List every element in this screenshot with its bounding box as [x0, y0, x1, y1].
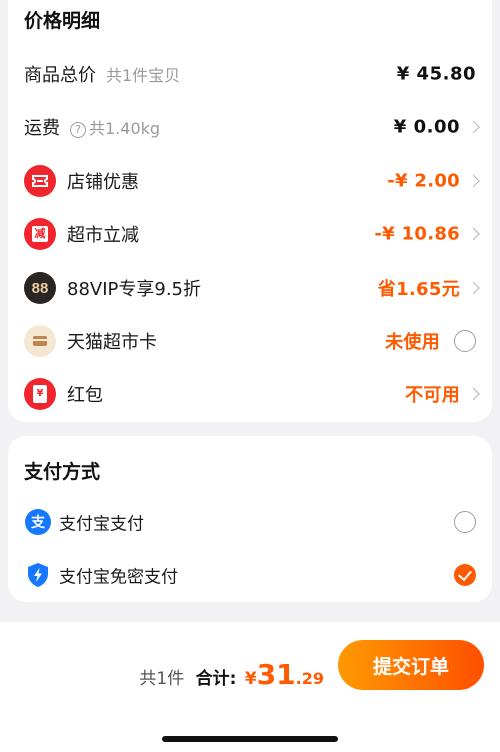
chevron-right-icon	[467, 120, 480, 134]
order-total: 共1件 合计: ¥31.29	[139, 658, 324, 691]
card-icon	[24, 325, 56, 357]
chevron-right-icon	[467, 281, 480, 295]
shipping-row[interactable]: 运费? 共1.40kg ¥ 0.00	[8, 102, 492, 152]
payment-method-card: 支付方式 支 支付宝支付 支付宝免密支付	[8, 436, 492, 602]
price-detail-card: 价格明细 商品总价 共1件宝贝 ¥ 45.80 运费? 共1.40kg ¥ 0.00…	[8, 0, 492, 422]
vip-88-icon: 88	[24, 272, 56, 304]
alipay-nopwd-radio-checked[interactable]	[454, 564, 476, 586]
chevron-right-icon	[467, 387, 480, 401]
total-amount-integer: 31	[256, 658, 296, 691]
total-amount-decimal: .29	[295, 669, 324, 688]
market-cut-label: 超市立减	[67, 225, 139, 246]
submit-order-button[interactable]: 提交订单	[338, 640, 484, 690]
chevron-right-icon	[467, 227, 480, 241]
shop-coupon-label: 店铺优惠	[67, 172, 139, 193]
vip-label: 88VIP专享9.5折	[67, 279, 202, 300]
home-indicator	[162, 736, 338, 742]
alipay-nopwd-label: 支付宝免密支付	[59, 567, 178, 588]
lightning-shield-icon	[25, 562, 51, 588]
red-packet-icon: ¥	[24, 378, 56, 410]
alipay-nopwd-option[interactable]: 支付宝免密支付	[8, 550, 492, 600]
tmall-card-label: 天猫超市卡	[67, 332, 157, 353]
vip-row[interactable]: 88 88VIP专享9.5折 省1.65元	[8, 263, 492, 313]
chevron-right-icon	[467, 174, 480, 188]
alipay-radio[interactable]	[454, 511, 476, 533]
market-cut-value: -¥ 10.86	[374, 223, 460, 245]
shipping-value: ¥ 0.00	[393, 116, 460, 138]
tmall-card-radio[interactable]	[454, 330, 476, 352]
red-packet-row[interactable]: ¥ 红包 不可用	[8, 369, 492, 419]
total-price-row: 商品总价 共1件宝贝 ¥ 45.80	[8, 49, 492, 99]
alipay-icon: 支	[25, 509, 51, 535]
shipping-weight: 共1.40kg	[89, 119, 161, 138]
price-detail-title: 价格明细	[24, 10, 101, 32]
discount-tag-icon: 减	[24, 218, 56, 250]
vip-saving-value: 省1.65元	[377, 279, 460, 300]
shop-coupon-row[interactable]: 店铺优惠 -¥ 2.00	[8, 156, 492, 206]
ticket-icon	[24, 165, 56, 197]
currency-symbol: ¥	[244, 669, 257, 689]
red-packet-status: 不可用	[405, 385, 460, 406]
total-label: 合计:	[195, 669, 237, 689]
alipay-option[interactable]: 支 支付宝支付	[8, 497, 492, 547]
shipping-label: 运费	[24, 118, 60, 139]
market-cut-row[interactable]: 减 超市立减 -¥ 10.86	[8, 209, 492, 259]
tmall-card-status: 未使用	[385, 332, 440, 353]
red-packet-label: 红包	[67, 385, 103, 406]
item-count-total: 共1件	[139, 669, 185, 689]
help-icon[interactable]: ?	[70, 122, 86, 138]
alipay-label: 支付宝支付	[59, 514, 144, 535]
item-count: 共1件宝贝	[106, 66, 181, 85]
tmall-card-row[interactable]: 天猫超市卡 未使用	[8, 316, 492, 366]
payment-method-title: 支付方式	[24, 461, 101, 483]
shop-coupon-value: -¥ 2.00	[387, 170, 460, 192]
total-price-value: ¥ 45.80	[396, 63, 476, 85]
total-price-label: 商品总价	[24, 65, 96, 86]
